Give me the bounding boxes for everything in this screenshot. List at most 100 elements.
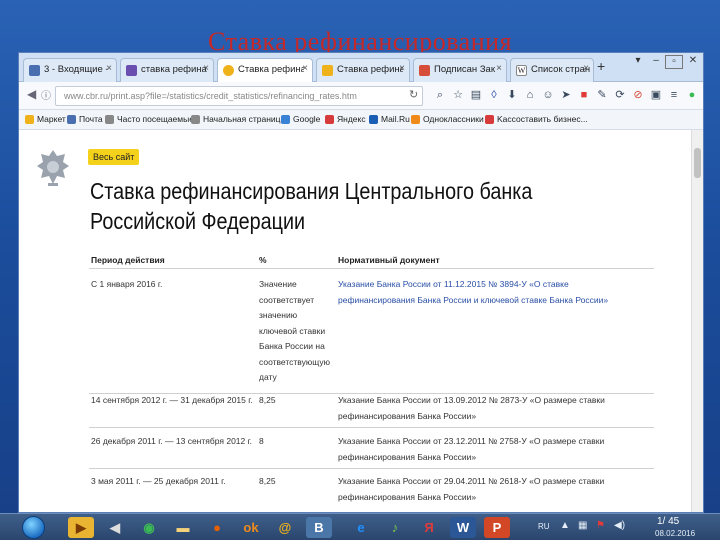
language-indicator[interactable]: RU	[538, 522, 550, 531]
tab-label: ставка рефина	[141, 64, 207, 75]
window-list-icon[interactable]: ▾	[629, 55, 647, 69]
reload-icon[interactable]: ↻	[409, 88, 418, 101]
close-icon[interactable]: ×	[496, 63, 502, 74]
address-bar[interactable]: www.cbr.ru/print.asp?file=/statistics/cr…	[55, 86, 423, 106]
tab-strip: 3 - Входящие - × ставка рефина × Ставка …	[19, 53, 703, 83]
table-cell-percent: Значение соответствует значению ключевой…	[259, 277, 339, 386]
home-icon[interactable]: ⌂	[523, 88, 537, 102]
send-icon[interactable]: ➤	[559, 88, 573, 102]
yandex-icon[interactable]: Я	[416, 517, 442, 538]
addon-icon[interactable]: ■	[577, 88, 591, 102]
document-text: Указание Банка России от 13.09.2012 № 28…	[338, 393, 605, 424]
table-divider	[89, 468, 654, 469]
vertical-scrollbar[interactable]	[691, 130, 703, 512]
tray-arrow-icon[interactable]: ▲	[560, 520, 570, 531]
smiley-icon[interactable]: ☺	[541, 88, 555, 102]
back-arrow-icon[interactable]: ◀	[27, 87, 36, 101]
column-header-period: Период действия	[91, 255, 165, 265]
tab-countries[interactable]: W Список стран ×	[510, 58, 594, 82]
extension-icon[interactable]: ●	[685, 88, 699, 102]
table-divider	[89, 268, 654, 269]
menu-icon[interactable]: ≡	[667, 88, 681, 102]
document-line: рефинансирования Банка России»	[338, 491, 477, 502]
start-button[interactable]	[22, 516, 45, 539]
percent-line: значению	[259, 310, 298, 320]
folder-icon[interactable]: ▬	[170, 517, 196, 538]
clock-date[interactable]: 08.02.2016	[655, 529, 695, 538]
chrome-icon[interactable]: ◉	[136, 517, 162, 538]
close-icon[interactable]: ×	[399, 63, 405, 74]
bookmark-google[interactable]: Google	[281, 114, 320, 124]
close-icon[interactable]: ×	[302, 63, 308, 74]
notification-icon[interactable]: ▣	[649, 88, 663, 102]
vk-icon[interactable]: В	[306, 517, 332, 538]
maximize-button[interactable]: ▫	[665, 55, 683, 69]
document-link[interactable]: Указание Банка России от 11.12.2015 № 38…	[338, 277, 608, 308]
bank-emblem-icon	[37, 150, 69, 186]
table-cell-period: С 1 января 2016 г.	[91, 279, 163, 289]
download-icon[interactable]: ⬇	[505, 88, 519, 102]
music-icon[interactable]: ♪	[382, 517, 408, 538]
bookmark-odnoklassniki[interactable]: Одноклассники	[411, 114, 484, 124]
bookmark-business[interactable]: Kaссоставить бизнес...	[485, 114, 588, 124]
mailru-icon	[369, 115, 378, 124]
tab-refinancing-active[interactable]: Ставка рефина ×	[217, 58, 313, 83]
document-text: Указание Банка России от 23.12.2011 № 27…	[338, 434, 604, 465]
bookmark-start-page[interactable]: Начальная страница	[191, 114, 285, 124]
clipboard-icon[interactable]: ▤	[469, 88, 483, 102]
document-icon	[419, 65, 430, 76]
close-window-button[interactable]: ✕	[683, 55, 703, 69]
odnoklassniki-icon[interactable]: ok	[238, 517, 264, 538]
percent-line: Банка России на	[259, 341, 325, 351]
bookmark-yandex[interactable]: Яндекс	[325, 114, 366, 124]
word-icon[interactable]: W	[450, 517, 476, 538]
block-icon[interactable]: ⊘	[631, 88, 645, 102]
sync-icon[interactable]: ⟳	[613, 88, 627, 102]
pocket-icon[interactable]: ◊	[487, 88, 501, 102]
translate-icon[interactable]: ✎	[595, 88, 609, 102]
mail-icon	[29, 65, 40, 76]
bookmark-mailru[interactable]: Mail.Ru	[369, 114, 410, 124]
internet-explorer-icon[interactable]: e	[348, 517, 374, 538]
taskbar: ▶ ◀ ◉ ▬ ● ok @ В e ♪ Я W P RU ▲ ▦ ⚑ ◀) 0…	[0, 513, 720, 540]
document-line: рефинансирования Банка России»	[338, 451, 477, 462]
search-icon[interactable]: ⌕	[433, 88, 447, 102]
table-cell-percent: 8,25	[259, 476, 276, 486]
bookmark-label: Одноклассники	[423, 114, 484, 124]
tab-inbox[interactable]: 3 - Входящие - ×	[23, 58, 117, 82]
media-player-icon[interactable]: ▶	[68, 517, 94, 538]
close-icon[interactable]: ×	[203, 63, 209, 74]
business-icon	[485, 115, 494, 124]
tab-search-rate[interactable]: ставка рефина ×	[120, 58, 214, 82]
volume-icon[interactable]: ◀	[102, 517, 128, 538]
table-cell-period: 26 декабря 2011 г. — 13 сентября 2012 г.	[91, 436, 253, 446]
close-icon[interactable]: ×	[106, 63, 112, 74]
scrollbar-thumb[interactable]	[694, 148, 701, 178]
column-header-document: Нормативный документ	[338, 255, 440, 265]
info-icon[interactable]: ⓘ	[41, 87, 51, 102]
all-site-button[interactable]: Весь сайт	[88, 149, 140, 165]
firefox-icon[interactable]: ●	[204, 517, 230, 538]
document-line: рефинансирования Банка России и ключевой…	[338, 294, 609, 305]
document-line: рефинансирования Банка России»	[338, 410, 477, 421]
flag-icon[interactable]: ⚑	[596, 520, 605, 531]
star-icon[interactable]: ☆	[451, 88, 465, 102]
bookmark-mail[interactable]: Почта	[67, 114, 103, 124]
tab-law[interactable]: Подписан Зак ×	[413, 58, 507, 82]
tab-label: Ставка рефина	[238, 64, 304, 75]
column-header-percent: %	[259, 255, 267, 265]
bookmark-market[interactable]: Маркет	[25, 114, 66, 124]
new-tab-button[interactable]: +	[597, 58, 605, 74]
close-icon[interactable]: ×	[583, 63, 589, 74]
tab-refinancing[interactable]: Ставка рефина ×	[316, 58, 410, 82]
bookmark-most-visited[interactable]: Часто посещаемые	[105, 114, 194, 124]
percent-line: ключевой ставки	[259, 325, 326, 336]
network-icon[interactable]: ▦	[578, 520, 587, 531]
mail-icon[interactable]: @	[272, 517, 298, 538]
powerpoint-icon[interactable]: P	[484, 517, 510, 538]
navigation-toolbar: ◀ ⓘ www.cbr.ru/print.asp?file=/statistic…	[19, 82, 703, 110]
page-icon	[105, 115, 114, 124]
page-content: Весь сайт Ставка рефинансирования Центра…	[19, 130, 693, 512]
minimize-button[interactable]: –	[647, 55, 665, 69]
speaker-icon[interactable]: ◀)	[614, 520, 625, 531]
